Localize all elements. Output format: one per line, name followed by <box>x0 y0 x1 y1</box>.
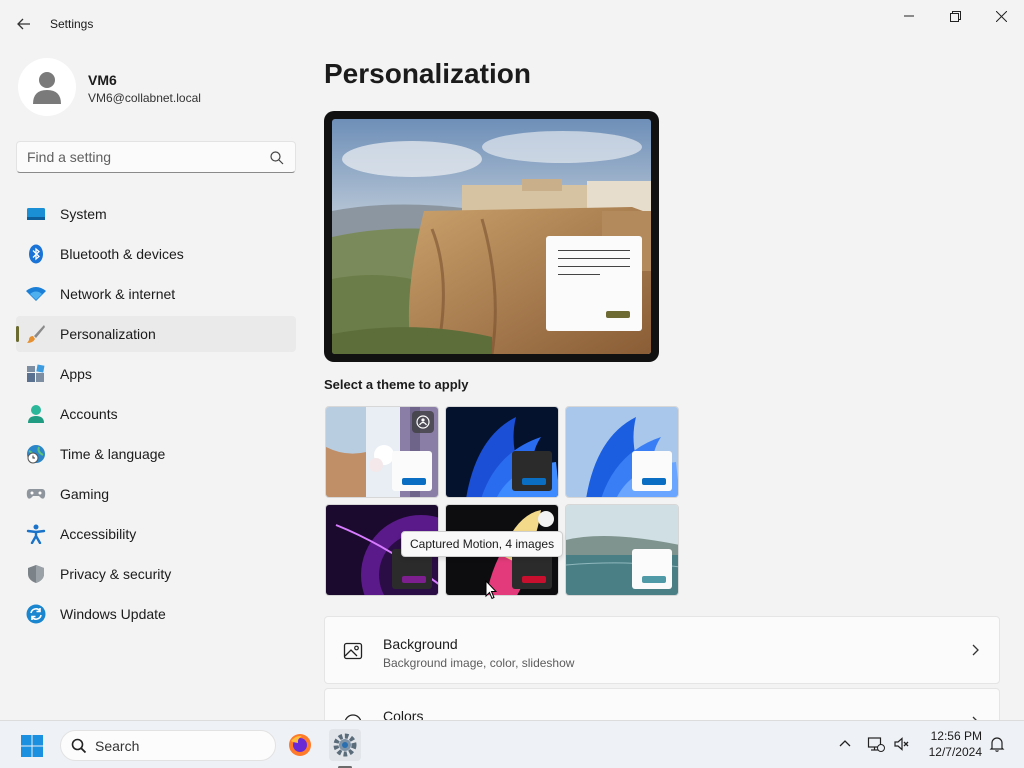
sidebar-item-apps[interactable]: Apps <box>16 356 296 392</box>
sidebar-item-label: Time & language <box>60 446 166 462</box>
theme-accent-swatch <box>522 478 546 485</box>
accessibility-icon <box>26 524 46 544</box>
image-icon <box>343 642 363 660</box>
system-icon <box>27 208 45 220</box>
theme-accent-swatch <box>642 478 666 485</box>
window-title: Settings <box>50 17 94 31</box>
gamepad-icon <box>26 489 46 499</box>
gear-icon <box>333 733 357 757</box>
user-email: VM6@collabnet.local <box>88 91 201 105</box>
sidebar-item-label: Network & internet <box>60 286 176 302</box>
network-icon[interactable] <box>867 735 885 753</box>
sidebar-item-label: Bluetooth & devices <box>60 246 184 262</box>
page-title: Personalization <box>324 58 531 89</box>
wifi-icon <box>26 287 46 301</box>
restore-button[interactable] <box>932 0 978 32</box>
theme-tile-windows-light[interactable] <box>565 406 679 498</box>
close-button[interactable] <box>978 0 1024 32</box>
spotlight-icon <box>416 415 430 429</box>
sidebar-item-personalization[interactable]: Personalization <box>16 316 296 352</box>
bluetooth-icon <box>29 244 43 264</box>
theme-accent-swatch <box>522 576 546 583</box>
sidebar-item-label: Privacy & security <box>60 566 172 582</box>
firefox-app-button[interactable] <box>284 729 316 761</box>
sync-icon <box>26 604 46 624</box>
shield-icon <box>28 565 44 583</box>
sidebar-item-label: Personalization <box>60 326 156 342</box>
taskbar-search-label: Search <box>95 738 140 754</box>
theme-window-sample <box>512 451 552 491</box>
theme-tile-spotlight[interactable] <box>325 406 439 498</box>
search-input[interactable] <box>27 149 257 165</box>
user-name: VM6 <box>88 72 117 88</box>
firefox-icon <box>289 734 311 756</box>
sidebar-item-gaming[interactable]: Gaming <box>16 476 296 512</box>
globe-clock-icon <box>27 445 45 464</box>
theme-tooltip: Captured Motion, 4 images <box>401 531 564 557</box>
sidebar-item-accounts[interactable]: Accounts <box>16 396 296 432</box>
sidebar-item-bluetooth[interactable]: Bluetooth & devices <box>16 236 296 272</box>
sidebar-item-windows-update[interactable]: Windows Update <box>16 596 296 632</box>
taskbar: Search 12:56 PM 12/7/2024 <box>0 720 1024 768</box>
search-icon <box>270 151 284 165</box>
accounts-icon <box>28 405 44 423</box>
theme-window-sample <box>392 451 432 491</box>
avatar[interactable] <box>18 58 76 116</box>
back-button[interactable] <box>10 10 38 38</box>
sidebar-item-label: Apps <box>60 366 92 382</box>
clock-date[interactable]: 12/7/2024 <box>918 745 982 759</box>
preview-accent-button <box>606 311 630 318</box>
sidebar-item-accessibility[interactable]: Accessibility <box>16 516 296 552</box>
clock-time[interactable]: 12:56 PM <box>928 729 982 743</box>
volume-muted-icon[interactable] <box>893 735 911 753</box>
wallpaper-preview-image <box>332 119 651 354</box>
title-bar: Settings <box>0 0 1024 48</box>
settings-search[interactable] <box>16 141 296 173</box>
chevron-right-icon <box>972 644 979 656</box>
sidebar-item-label: Accounts <box>60 406 118 422</box>
card-description: Background image, color, slideshow <box>383 656 575 670</box>
theme-tile-flow[interactable] <box>565 504 679 596</box>
windows-start-icon[interactable] <box>20 734 44 758</box>
preview-text-line <box>558 274 600 275</box>
preview-sample-window <box>546 236 642 331</box>
brush-icon <box>27 325 45 343</box>
sidebar-item-privacy[interactable]: Privacy & security <box>16 556 296 592</box>
sidebar-item-label: Accessibility <box>60 526 137 542</box>
sidebar-item-label: Windows Update <box>60 606 166 622</box>
sidebar-item-label: Gaming <box>60 486 110 502</box>
apps-icon <box>27 364 45 382</box>
restore-icon <box>949 10 961 22</box>
preview-text-line <box>558 250 630 251</box>
minimize-button[interactable] <box>886 0 932 32</box>
notification-bell-icon[interactable] <box>988 735 1006 753</box>
theme-window-sample <box>632 549 672 589</box>
mouse-cursor-icon <box>485 580 497 600</box>
back-arrow-icon <box>17 18 30 30</box>
close-icon <box>995 10 1007 22</box>
search-icon <box>71 738 87 754</box>
themes-heading: Select a theme to apply <box>324 377 469 392</box>
preview-text-line <box>558 258 630 259</box>
settings-app-button[interactable] <box>329 729 361 761</box>
sidebar-item-label: System <box>60 206 107 222</box>
chevron-up-icon[interactable] <box>836 735 854 753</box>
theme-tile-windows-dark[interactable] <box>445 406 559 498</box>
sidebar-item-network[interactable]: Network & internet <box>16 276 296 312</box>
person-icon <box>33 72 61 104</box>
card-title: Background <box>383 636 458 652</box>
sidebar-item-time-language[interactable]: Time & language <box>16 436 296 472</box>
preview-text-line <box>558 266 630 267</box>
theme-window-sample <box>632 451 672 491</box>
sidebar-nav: System Bluetooth & devices Network & int… <box>16 196 296 636</box>
theme-accent-swatch <box>402 478 426 485</box>
taskbar-search[interactable]: Search <box>60 730 276 761</box>
theme-accent-swatch <box>402 576 426 583</box>
spotlight-badge <box>412 411 434 433</box>
theme-preview <box>324 111 659 362</box>
minimize-icon <box>904 15 914 17</box>
theme-accent-swatch <box>642 576 666 583</box>
sidebar-item-system[interactable]: System <box>16 196 296 232</box>
background-setting-card[interactable]: Background Background image, color, slid… <box>324 616 1000 684</box>
